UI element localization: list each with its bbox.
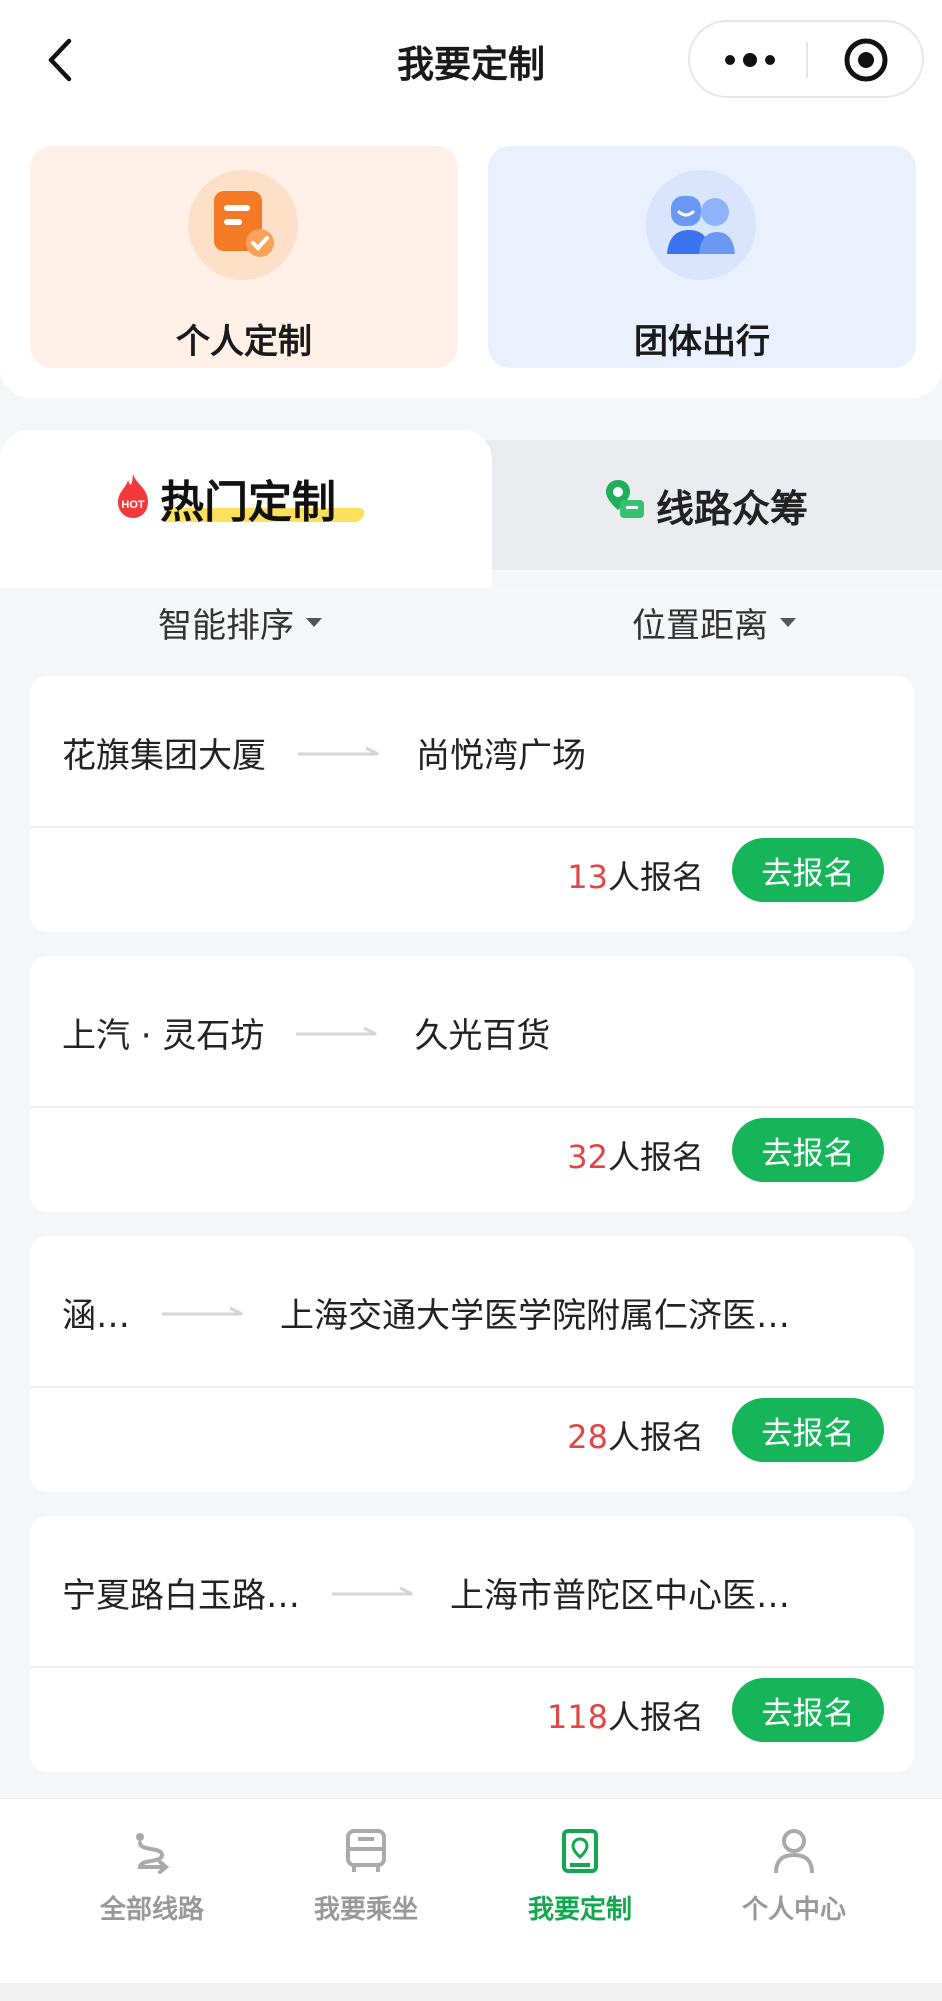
caret-down-icon [306, 618, 322, 627]
home-indicator [0, 1983, 942, 2001]
arrow-right-icon [332, 1586, 413, 1596]
card-divider [30, 826, 914, 828]
route-icon [136, 1833, 170, 1874]
arrow-right-icon [296, 1026, 378, 1036]
route-from: 宁夏路白玉路… [62, 1575, 300, 1616]
smart-sort-dropdown[interactable]: 智能排序 [158, 598, 322, 647]
signup-button[interactable]: 去报名 [732, 1398, 884, 1462]
signup-count: 28人报名 [567, 1418, 704, 1456]
sort-bar: 智能排序 位置距离 [0, 588, 942, 674]
group-travel-label: 团体出行 [634, 322, 770, 362]
signup-button[interactable]: 去报名 [732, 838, 884, 902]
signup-count: 118人报名 [546, 1698, 704, 1736]
smart-sort-label: 智能排序 [158, 606, 294, 646]
custom-type-section: 个人定制 团体出行 [0, 130, 942, 398]
signup-count: 32人报名 [567, 1138, 704, 1176]
group-icon [646, 170, 756, 280]
tab-crowdfunding[interactable]: 线路众筹 [460, 430, 942, 570]
map-pin-icon [606, 480, 644, 518]
document-icon [188, 170, 298, 280]
route-to: 上海交通大学医学院附属仁济医… [280, 1295, 790, 1336]
route-card[interactable]: 宁夏路白玉路… 上海市普陀区中心医… 118人报名 去报名 [30, 1516, 914, 1772]
route-from: 涵… [62, 1295, 130, 1336]
arrow-right-icon [298, 746, 379, 756]
personal-custom-card[interactable]: 个人定制 [30, 146, 458, 368]
route-line: 宁夏路白玉路… 上海市普陀区中心医… [62, 1570, 884, 1616]
route-card[interactable]: 上汽 · 灵石坊 久光百货 32人报名 去报名 [30, 956, 914, 1212]
capsule-divider [806, 42, 808, 78]
route-to: 上海市普陀区中心医… [450, 1575, 790, 1616]
card-divider [30, 1386, 914, 1388]
close-button[interactable] [826, 34, 906, 86]
route-from: 花旗集团大厦 [62, 735, 266, 776]
nav-all-routes-label: 全部线路 [99, 1895, 204, 1925]
route-line: 涵… 上海交通大学医学院附属仁济医… [62, 1290, 884, 1336]
arrow-right-icon [162, 1306, 243, 1316]
mini-program-capsule [688, 20, 924, 98]
group-travel-card[interactable]: 团体出行 [488, 146, 916, 368]
bottom-nav: 全部线路 我要乘坐 我要定制 个人中心 [0, 1798, 942, 2001]
route-from: 上汽 · 灵石坊 [62, 1015, 265, 1056]
route-list-area: 智能排序 位置距离 花旗集团大厦 尚悦湾广场 13人报名 去报名 上汽 · 灵石… [0, 588, 942, 1800]
signup-button[interactable]: 去报名 [732, 1118, 884, 1182]
nav-customize[interactable]: 我要定制 [490, 1827, 670, 1937]
header: 我要定制 [0, 0, 942, 130]
nav-profile-label: 个人中心 [741, 1895, 846, 1925]
signup-count: 13人报名 [567, 858, 704, 896]
target-close-icon [844, 38, 888, 82]
distance-sort-dropdown[interactable]: 位置距离 [632, 598, 796, 647]
card-divider [30, 1666, 914, 1668]
route-card[interactable]: 涵… 上海交通大学医学院附属仁济医… 28人报名 去报名 [30, 1236, 914, 1492]
more-button[interactable] [710, 34, 790, 86]
nav-profile[interactable]: 个人中心 [704, 1827, 884, 1937]
nav-ride-label: 我要乘坐 [313, 1895, 418, 1925]
caret-down-icon [780, 618, 796, 627]
personal-custom-label: 个人定制 [176, 322, 312, 362]
hot-flame-icon: HOT [118, 474, 148, 518]
nav-ride[interactable]: 我要乘坐 [276, 1827, 456, 1937]
signup-button[interactable]: 去报名 [732, 1678, 884, 1742]
tab-bar: 线路众筹 HOT 热门定制 [0, 430, 942, 588]
distance-sort-label: 位置距离 [632, 606, 768, 646]
route-line: 上汽 · 灵石坊 久光百货 [62, 1010, 884, 1056]
route-to: 久光百货 [414, 1015, 551, 1056]
nav-customize-label: 我要定制 [527, 1895, 632, 1925]
card-divider [30, 1106, 914, 1108]
person-icon [774, 1829, 814, 1874]
route-to: 尚悦湾广场 [416, 735, 586, 776]
tab-crowdfunding-label: 线路众筹 [656, 487, 809, 531]
nav-all-routes[interactable]: 全部线路 [62, 1827, 242, 1937]
hot-badge-text: HOT [121, 499, 145, 511]
route-line: 花旗集团大厦 尚悦湾广场 [62, 730, 884, 776]
tab-hot-custom[interactable]: HOT 热门定制 [0, 430, 492, 588]
customize-icon [562, 1829, 598, 1873]
more-dots-icon [725, 53, 775, 67]
bus-icon [346, 1829, 386, 1872]
tab-hot-custom-label: 热门定制 [160, 477, 336, 528]
route-card[interactable]: 花旗集团大厦 尚悦湾广场 13人报名 去报名 [30, 676, 914, 932]
